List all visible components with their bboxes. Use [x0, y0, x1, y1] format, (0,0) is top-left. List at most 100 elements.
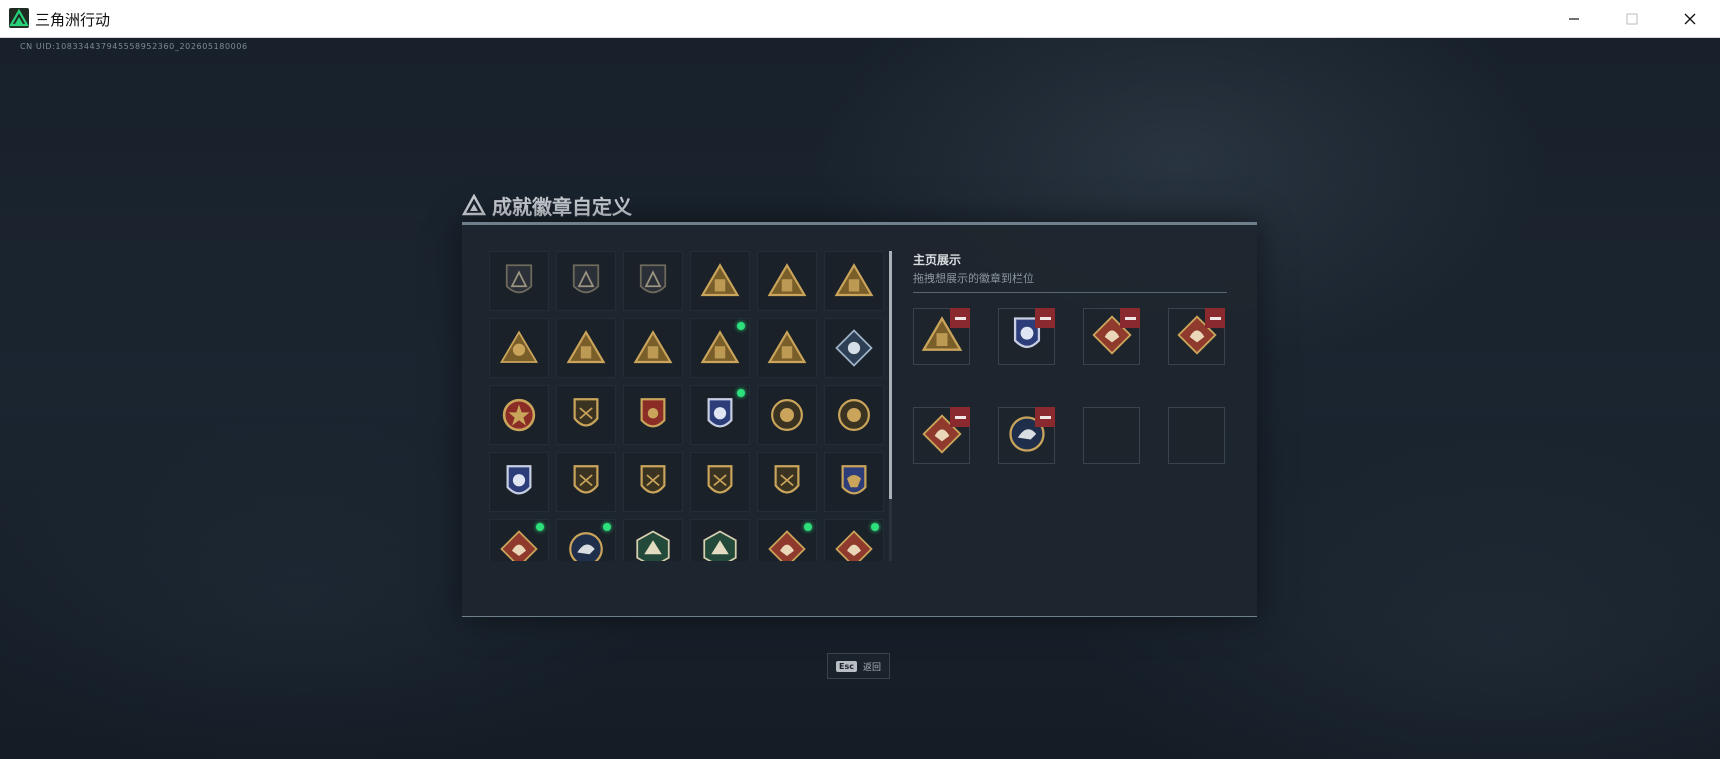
- game-viewport: CN UID:1083344379455589523​60_2026051800…: [0, 38, 1720, 759]
- scrollbar-thumb[interactable]: [889, 251, 892, 499]
- gold-shield-crest-icon: [565, 394, 607, 436]
- gold-knife-shield-icon: [699, 461, 741, 503]
- showcase-title: 主页展示: [913, 253, 962, 267]
- red-diamond-dragon-icon: [833, 528, 875, 561]
- badge-cell[interactable]: [757, 318, 817, 378]
- delta-triangle-badge-icon: [498, 260, 540, 302]
- badge-cell[interactable]: [690, 519, 750, 561]
- badge-cell[interactable]: [824, 452, 884, 512]
- window-titlebar: 三角洲行动: [0, 0, 1720, 38]
- badge-cell[interactable]: [690, 452, 750, 512]
- showcase-slot[interactable]: [913, 308, 970, 365]
- gold-pistol-shield-icon: [766, 461, 808, 503]
- showcase-slot[interactable]: [1168, 308, 1225, 365]
- new-indicator-dot: [737, 389, 745, 397]
- showcase-slot[interactable]: [998, 407, 1055, 464]
- badge-cell[interactable]: [556, 519, 616, 561]
- close-icon: [1684, 13, 1696, 24]
- badge-cell[interactable]: [623, 385, 683, 445]
- red-diamond-dragon-icon: [766, 528, 808, 561]
- showcase-subtitle: 拖拽想展示的徽章到栏位: [913, 272, 1034, 285]
- back-button[interactable]: Esc 返回: [827, 653, 890, 679]
- remove-badge-button[interactable]: [1205, 308, 1225, 328]
- badge-cell[interactable]: [824, 519, 884, 561]
- new-indicator-dot: [737, 322, 745, 330]
- badge-cell[interactable]: [556, 318, 616, 378]
- badge-cell[interactable]: [623, 251, 683, 311]
- close-button[interactable]: [1661, 0, 1719, 37]
- red-gold-shield-icon: [632, 394, 674, 436]
- badge-grid-scrollbar[interactable]: [889, 251, 892, 561]
- triangle-gold-number-one-icon: [632, 327, 674, 369]
- minimize-button[interactable]: [1545, 0, 1603, 37]
- new-indicator-dot: [603, 523, 611, 531]
- dialog-header: 成就徽章自定义: [462, 191, 632, 219]
- badge-cell[interactable]: [556, 452, 616, 512]
- badge-cell[interactable]: [690, 318, 750, 378]
- badge-cell[interactable]: [556, 385, 616, 445]
- minimize-icon: [1569, 17, 1579, 20]
- window-title: 三角洲行动: [35, 11, 111, 29]
- esc-key-hint: Esc: [836, 660, 857, 672]
- badge-cell[interactable]: [623, 519, 683, 561]
- maximize-button[interactable]: [1603, 0, 1661, 37]
- uid-text: CN UID:1083344379455589523​60_2026051800…: [20, 42, 248, 51]
- showcase-slots: [913, 308, 1225, 464]
- gold-soldier-badge-icon: [498, 327, 540, 369]
- gold-blue-eagle-crest-icon: [833, 461, 875, 503]
- new-indicator-dot: [536, 523, 544, 531]
- minus-icon: [1209, 316, 1221, 320]
- blue-eagle-shield-icon: [699, 394, 741, 436]
- showcase-slot-empty[interactable]: [1083, 407, 1140, 464]
- showcase-slot[interactable]: [913, 407, 970, 464]
- badge-cell[interactable]: [757, 452, 817, 512]
- new-indicator-dot: [871, 523, 879, 531]
- silver-diamond-rose-icon: [833, 327, 875, 369]
- badge-cell[interactable]: [489, 318, 549, 378]
- badge-cell[interactable]: [824, 251, 884, 311]
- remove-badge-button[interactable]: [1035, 308, 1055, 328]
- minus-icon: [1039, 316, 1051, 320]
- badge-cell[interactable]: [489, 452, 549, 512]
- badge-cell[interactable]: [489, 251, 549, 311]
- green-hex-eagle-icon: [632, 528, 674, 561]
- blue-round-wolf-icon: [565, 528, 607, 561]
- maximize-icon: [1626, 13, 1638, 24]
- back-label: 返回: [862, 662, 881, 673]
- triangle-gold-vehicle-icon: [766, 260, 808, 302]
- remove-badge-button[interactable]: [1120, 308, 1140, 328]
- showcase-divider: [913, 292, 1227, 293]
- green-hex-jet-icon: [699, 528, 741, 561]
- badge-cell[interactable]: [757, 385, 817, 445]
- badge-cell[interactable]: [489, 519, 549, 561]
- badge-cell[interactable]: [489, 385, 549, 445]
- badge-cell[interactable]: [556, 251, 616, 311]
- triangle-gold-crate-icon: [699, 260, 741, 302]
- badge-cell[interactable]: [757, 519, 817, 561]
- remove-badge-button[interactable]: [950, 407, 970, 427]
- triangle-gold-dome-icon: [565, 327, 607, 369]
- badge-cell[interactable]: [824, 385, 884, 445]
- remove-badge-button[interactable]: [1035, 407, 1055, 427]
- badge-cell[interactable]: [623, 318, 683, 378]
- triangle-gold-tower-icon: [699, 327, 741, 369]
- red-diamond-wolf-icon: [498, 528, 540, 561]
- showcase-slot-empty[interactable]: [1168, 407, 1225, 464]
- badge-cell[interactable]: [690, 385, 750, 445]
- badge-grid: [489, 251, 885, 561]
- showcase-slot[interactable]: [998, 308, 1055, 365]
- gold-rifle-shield-icon: [565, 461, 607, 503]
- new-indicator-dot: [804, 523, 812, 531]
- badge-cell[interactable]: [623, 452, 683, 512]
- minus-icon: [954, 316, 966, 320]
- minus-icon: [1124, 316, 1136, 320]
- remove-badge-button[interactable]: [950, 308, 970, 328]
- blue-wings-shield-icon: [498, 461, 540, 503]
- badge-customize-dialog: 主页展示 拖拽想展示的徽章到栏位: [462, 222, 1257, 617]
- badge-cell[interactable]: [824, 318, 884, 378]
- badge-cell[interactable]: [690, 251, 750, 311]
- minus-icon: [954, 415, 966, 419]
- gold-skull-medal-icon: [766, 394, 808, 436]
- badge-cell[interactable]: [757, 251, 817, 311]
- showcase-slot[interactable]: [1083, 308, 1140, 365]
